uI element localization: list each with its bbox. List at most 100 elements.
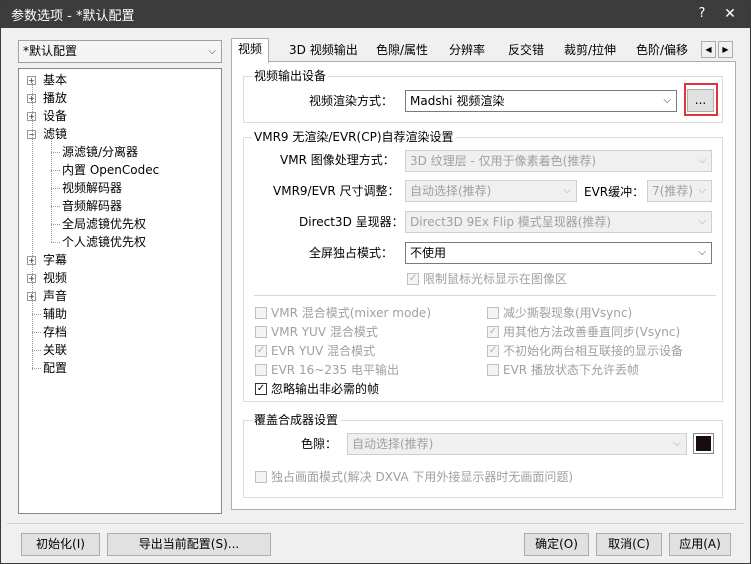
apply-button[interactable]: 应用(A) [669,533,731,556]
tree-connector [51,224,60,225]
fullscreen-mode-value: 不使用 [410,246,447,260]
chevron-down-icon: ⌵ [663,95,671,106]
tree-connector [32,314,41,315]
cancel-button[interactable]: 取消(C) [596,533,662,556]
option-checkbox[interactable]: ✓ EVR YUV 混合模式 [255,343,475,359]
tab[interactable]: 3D 视频输出 [283,40,364,62]
option-checkbox[interactable]: ✓ 不初始化两台相互联接的显示设备 [487,343,717,359]
d3d-presenter-value: Direct3D 9Ex Flip 模式呈现器(推荐) [410,215,612,229]
tree-connector [51,206,60,207]
vmr-processing-select[interactable]: 3D 纹理层 - 仅用于像素着色(推荐) ⌵ [405,150,712,172]
tree-item[interactable]: 全局滤镜优先权 [62,215,146,233]
tree-item[interactable]: 声音 [43,287,67,305]
evr-buffer-value: 7(推荐) [652,184,693,198]
color-gap-select[interactable]: 自动选择(推荐) ⌵ [347,433,687,455]
evr-buffer-select[interactable]: 7(推荐) ⌵ [647,180,712,202]
evr-buffer-label: EVR缓冲： [584,185,645,199]
option-checkbox[interactable]: ✓ 忽略输出非必需的帧 [255,381,475,397]
checkbox-unchecked-icon [255,364,267,376]
resize-select[interactable]: 自动选择(推荐) ⌵ [405,180,577,202]
close-button[interactable]: ✕ [720,4,740,24]
tree-connector [32,332,41,333]
chevron-down-icon: ⌵ [698,216,706,227]
tree-item[interactable]: 基本 [43,71,67,89]
checkbox-checked-icon: ✓ [407,273,419,285]
tree-item[interactable]: 设备 [43,107,67,125]
tab-scroll-right-button[interactable]: ▶ [718,41,733,58]
preferences-dialog: 参数选项 - *默认配置 ? ✕ *默认配置 ⌵ 基本 + 播放 + 设备 + 滤镜 − 源滤镜… [0,0,751,564]
tree-item[interactable]: 字幕 [43,251,67,269]
tab-strip: ◀ ▶ 视频 3D 视频输出 色隙/属性 分辨率 反交错 裁剪/拉伸 色阶/偏移 [231,38,736,63]
profile-select[interactable]: *默认配置 ⌵ [18,40,222,63]
checkbox-unchecked-icon [487,307,499,319]
tree-guide-line [51,139,52,242]
tree-item-label: 配置 [43,361,68,375]
tab[interactable]: 分辨率 [443,40,491,62]
overlay-mixer-group: 覆盖合成器设置 [243,412,723,498]
checkbox-label: 不初始化两台相互联接的显示设备 [503,344,684,358]
render-method-select[interactable]: Madshi 视频渲染 ⌵ [405,90,677,112]
export-profile-button[interactable]: 导出当前配置(S)... [107,533,271,556]
checkbox-label: 用其他方法改善垂直同步(Vsync) [503,325,681,339]
tree-item[interactable]: 视频 [43,269,67,287]
d3d-presenter-select[interactable]: Direct3D 9Ex Flip 模式呈现器(推荐) ⌵ [405,211,712,233]
option-checkbox[interactable]: 减少撕裂现象(用Vsync) [487,305,717,321]
tree-item-label: 全局滤镜优先权 [62,217,147,231]
tree-item[interactable]: 个人滤镜优先权 [62,233,146,251]
tree-item[interactable]: 辅助 [43,305,67,323]
tree-item[interactable]: 配置 [43,359,67,377]
checkbox-label: 限制鼠标光标显示在图像区 [423,272,568,286]
chevron-down-icon: ⌵ [698,247,706,258]
checkbox-label: EVR YUV 混合模式 [271,344,376,358]
help-button[interactable]: ? [692,4,712,24]
limit-cursor-checkbox[interactable]: ✓ 限制鼠标光标显示在图像区 [407,271,607,287]
tree-item[interactable]: 源滤镜/分离器 [62,143,138,161]
initialize-button[interactable]: 初始化(I) [21,533,100,556]
highlight-box [684,83,718,116]
tree-item[interactable]: 音频解码器 [62,197,122,215]
tree-item-label: 视频解码器 [62,181,123,195]
exclusive-mode-checkbox[interactable]: 独占画面模式(解决 DXVA 下用外接显示器时无画面问题) [255,469,675,485]
tree-item[interactable]: 播放 [43,89,67,107]
option-checkbox[interactable]: EVR 播放状态下允许丢帧 [487,362,717,378]
tab[interactable]: 色阶/偏移 [630,40,694,62]
checkbox-checked-icon: ✓ [487,326,499,338]
tree-item[interactable]: 滤镜 [43,125,67,143]
chevron-down-icon: ⌵ [698,155,706,166]
resize-value: 自动选择(推荐) [410,184,492,198]
render-method-label: 视频渲染方式： [309,94,394,108]
chevron-down-icon: ⌵ [208,46,216,57]
option-checkbox[interactable]: VMR YUV 混合模式 [255,324,475,340]
settings-tree[interactable]: 基本 + 播放 + 设备 + 滤镜 − 源滤镜/分离器 内置 OpenCodec 视频解码器 音频解码… [18,68,222,514]
checkbox-checked-icon: ✓ [487,345,499,357]
option-checkbox[interactable]: EVR 16~235 电平输出 [255,362,475,378]
tree-item[interactable]: 视频解码器 [62,179,122,197]
checkbox-unchecked-icon [255,326,267,338]
checkbox-unchecked-icon [255,471,267,483]
tab[interactable]: 裁剪/拉伸 [558,40,622,62]
tree-connector [32,368,41,369]
tab[interactable]: 视频 [231,38,270,63]
tree-item-label: 声音 [43,289,68,303]
tab-scroll-left-button[interactable]: ◀ [701,41,716,58]
ok-button[interactable]: 确定(O) [524,533,589,556]
color-swatch-button[interactable] [693,433,714,454]
tree-item[interactable]: 存档 [43,323,67,341]
fullscreen-mode-select[interactable]: 不使用 ⌵ [405,242,712,264]
tree-item[interactable]: 关联 [43,341,67,359]
tree-item[interactable]: 内置 OpenCodec [62,161,159,179]
tree-item-label: 设备 [43,109,68,123]
tab[interactable]: 色隙/属性 [370,40,434,62]
checkbox-label: EVR 播放状态下允许丢帧 [503,363,639,377]
tree-connector [51,152,60,153]
tab[interactable]: 反交错 [502,40,550,62]
option-checkbox[interactable]: ✓ 用其他方法改善垂直同步(Vsync) [487,324,717,340]
tree-item-label: 存档 [43,325,68,339]
footer-separator [7,523,744,524]
fullscreen-mode-label: 全屏独占模式： [309,246,394,260]
option-checkbox[interactable]: VMR 混合模式(mixer mode) [255,305,475,321]
checkbox-label: 忽略输出非必需的帧 [271,382,380,396]
d3d-presenter-label: Direct3D 呈现器： [299,215,404,229]
tree-item-label: 音频解码器 [62,199,123,213]
chevron-down-icon: ⌵ [563,185,571,196]
